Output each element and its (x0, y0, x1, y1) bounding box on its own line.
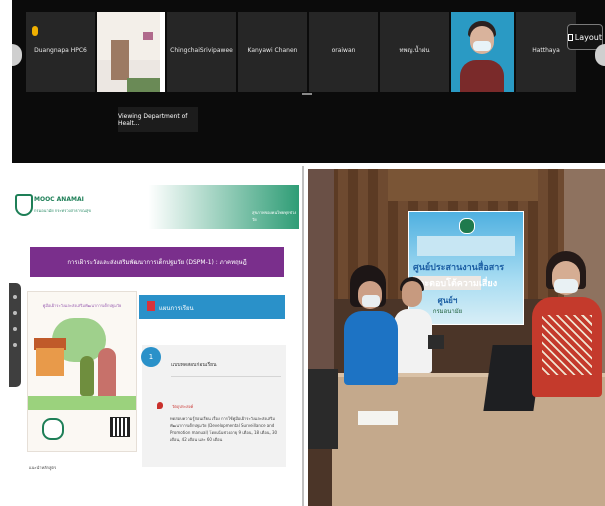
course-poster: คู่มือเฝ้าระวังและส่งเสริมพัฒนาการเด็กปฐ… (27, 291, 137, 452)
participant-tile[interactable]: oraiwan (309, 12, 378, 92)
viewing-share-label[interactable]: Viewing Department of Healt... (118, 107, 198, 132)
face-mask (473, 41, 491, 51)
shared-screen: MOOC ANAMAI กรมอนามัย กระทรวงสาธารณสุข ส… (9, 185, 299, 481)
site-header: MOOC ANAMAI กรมอนามัย กระทรวงสาธารณสุข ส… (9, 185, 299, 229)
sofa (127, 78, 161, 92)
slide-sidebar[interactable] (9, 283, 21, 387)
site-subtitle: กรมอนามัย กระทรวงสาธารณสุข (34, 208, 91, 213)
sidebar-dot-icon[interactable] (13, 295, 17, 299)
mic-icon (32, 26, 38, 36)
header-link[interactable]: สุขภาพของคนไทยทุกช่วงวัย (252, 209, 299, 223)
divider (171, 376, 281, 377)
layout-icon (568, 33, 573, 41)
lesson-title: แบบทดสอบก่อนเรียน (171, 362, 217, 368)
sidebar-dot-icon[interactable] (13, 343, 17, 347)
building-image (417, 236, 515, 256)
layout-label: Layout (574, 32, 602, 42)
participant-tile[interactable]: ทพญ.น้ำฝน (380, 12, 449, 92)
book-icon (147, 301, 155, 311)
objective-text: ทดสอบความรู้ก่อนเรียน เรื่อง การใช้คู่มื… (170, 416, 278, 442)
previous-page-button[interactable] (12, 44, 22, 66)
qr-code-icon (110, 417, 130, 437)
participant-name: Hatthaya (532, 47, 560, 54)
face-mask (362, 295, 380, 307)
ministry-seal-icon (459, 218, 475, 234)
child-illustration (80, 356, 94, 396)
wall-picture (143, 32, 153, 40)
participant-name: Kanyawi Chanen (247, 47, 298, 54)
objective-label: วัตถุประสงค์ (172, 404, 194, 409)
participant-tile[interactable]: ChingchaiSrivipawee (167, 12, 236, 92)
meeting-room-video: ศูนย์ประสานงานสื่อสาร และตอบโต้ความเสี่ย… (308, 169, 605, 506)
participant-tile[interactable]: Kanyawi Chanen (238, 12, 307, 92)
video-call-strip: Duangnapa HPC6 ChingchaiSrivipawee Kanya… (12, 0, 605, 163)
lesson-plan-label: แผนการเรียน (159, 305, 194, 312)
house-illustration (36, 348, 64, 376)
participant-video-tile[interactable] (97, 12, 165, 92)
parent-illustration (98, 348, 116, 400)
attendee (532, 251, 602, 421)
participant-name: ChingchaiSrivipawee (170, 47, 233, 54)
course-banner: การเฝ้าระวังและส่งเสริมพัฒนาการเด็กปฐมวั… (30, 247, 284, 277)
next-page-button[interactable] (595, 44, 605, 66)
attendee (344, 265, 398, 385)
participant-video-tile[interactable] (451, 12, 514, 92)
site-title: MOOC ANAMAI (34, 196, 84, 203)
panel-divider (302, 166, 304, 506)
participant-name: oraiwan (331, 47, 356, 54)
poster-title: คู่มือเฝ้าระวังและส่งเสริมพัฒนาการเด็กปฐ… (42, 303, 122, 308)
participant-tile[interactable]: Hatthaya (516, 12, 576, 92)
anamai-logo-icon (15, 194, 33, 216)
participant-name: ทพญ.น้ำฝน (399, 47, 430, 54)
resize-handle[interactable] (302, 93, 312, 95)
sidebar-dot-icon[interactable] (13, 311, 17, 315)
attendee (394, 277, 434, 377)
papers (358, 411, 398, 425)
course-reference: แนะนำหลักสูตร (29, 465, 57, 470)
pin-icon (157, 402, 163, 409)
room-door (111, 40, 129, 80)
participant-name: Duangnapa HPC6 (34, 47, 87, 54)
conference-phone (428, 335, 444, 349)
screen-title: ศูนย์ประสานงานสื่อสาร (413, 263, 505, 273)
participant-tile[interactable]: Duangnapa HPC6 (26, 12, 95, 92)
face-mask (554, 279, 578, 293)
chair (308, 369, 338, 449)
lesson-number-badge: 1 (141, 347, 161, 367)
person-body (460, 60, 504, 92)
sidebar-dot-icon[interactable] (13, 327, 17, 331)
seal-icon (42, 418, 64, 440)
